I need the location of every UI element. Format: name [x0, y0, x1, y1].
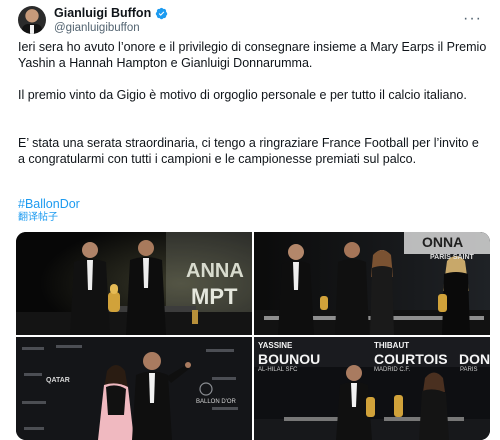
- photo-4-right-name-top: THIBAUT: [374, 341, 410, 350]
- photo-4[interactable]: YASSINE BOUNOU AL-HILAL SFC THIBAUT COUR…: [254, 337, 490, 440]
- avatar[interactable]: [18, 6, 46, 34]
- post-paragraph-3: E’ stata una serata straordinaria, ci te…: [18, 136, 479, 166]
- photo-3-logo-sub: BALLON D'OR: [196, 399, 236, 405]
- photo-1-backdrop-text-2: MPT: [191, 284, 238, 309]
- translate-post-link[interactable]: 翻译帖子: [18, 212, 58, 224]
- post-paragraph-1: Ieri sera ho avuto l’onore e il privileg…: [18, 40, 487, 70]
- photo-4-left-name: BOUNOU: [258, 351, 321, 367]
- photo-4-left-club: AL-HILAL SFC: [258, 367, 298, 373]
- post-header: Gianluigi Buffon @gianluigibuffon ···: [18, 4, 482, 36]
- photo-1[interactable]: ANNA MPT: [16, 232, 252, 335]
- author-display-name[interactable]: Gianluigi Buffon: [54, 6, 151, 21]
- photo-2-backdrop-sub: PARIS SAINT: [430, 254, 474, 261]
- photo-2-backdrop-text: ONNA: [422, 234, 464, 250]
- more-options-icon[interactable]: ···: [463, 10, 482, 28]
- photo-4-right-name-cut: DONN: [459, 351, 490, 367]
- photo-3-logo-text: QATAR: [46, 377, 70, 384]
- author-info: Gianluigi Buffon @gianluigibuffon: [54, 6, 168, 35]
- post-paragraph-2: Il premio vinto da Gigio è motivo di org…: [18, 88, 467, 102]
- hashtag-link[interactable]: #BallonDor: [18, 196, 80, 212]
- photo-1-backdrop-text: ANNA: [186, 260, 244, 282]
- photo-3[interactable]: QATAR BALLON D'OR: [16, 337, 252, 440]
- photo-4-right-name: COURTOIS: [374, 351, 448, 367]
- photo-4-right-club: MADRID C.F.: [374, 367, 410, 373]
- media-grid: ANNA MPT ONNA PARIS SAINT QATAR BALLON D…: [16, 232, 490, 440]
- author-handle[interactable]: @gianluigibuffon: [54, 21, 168, 35]
- verified-badge-icon: [155, 7, 168, 20]
- photo-2[interactable]: ONNA PARIS SAINT: [254, 232, 490, 335]
- photo-3-scene: [16, 337, 252, 440]
- photo-4-right-club-cut: PARIS: [460, 367, 478, 373]
- photo-4-left-name-top: YASSINE: [258, 341, 293, 350]
